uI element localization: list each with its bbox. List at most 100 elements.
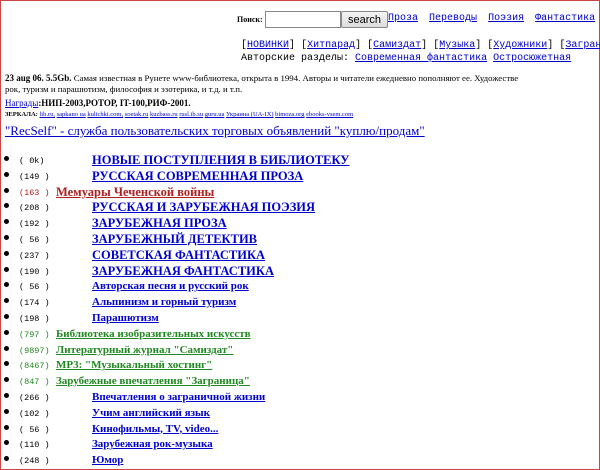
catalog-link[interactable]: НОВЫЕ ПОСТУПЛЕНИЯ В БИБЛИОТЕКУ [92,153,349,168]
list-item: (102 ) Учим английский язык [4,406,600,422]
list-item: ( 0k) НОВЫЕ ПОСТУПЛЕНИЯ В БИБЛИОТЕКУ [4,153,600,169]
catalog-link[interactable]: Альпинизм и горный туризм [92,296,236,308]
item-count: ( 56 ) [19,424,50,435]
bullet-icon [4,440,9,446]
bullet-icon [4,203,9,209]
intro-description: Самая известная в Рунете www-библиотека,… [73,73,519,83]
catalog-link[interactable]: Парашютизм [92,312,159,324]
author-link-thriller[interactable]: Остросюжетная [493,53,571,64]
bullet-icon [4,282,9,288]
search-button[interactable]: search [341,11,389,28]
catalog-link[interactable]: ЗАРУБЕЖНАЯ ПРОЗА [92,216,227,231]
catalog-link[interactable]: ЗАРУБЕЖНАЯ ФАНТАСТИКА [92,264,274,279]
mirrors: ЗЕРКАЛА: lib.ru, sapkano ua kulichki.com… [5,111,353,118]
list-item: (198 ) Парашютизм [4,311,600,327]
mirror-link[interactable]: rusl.ib.su [179,111,203,118]
item-count: (102 ) [19,408,50,419]
top-link-fantasy[interactable]: Фантастика [535,13,595,24]
top-link-poetry[interactable]: Поэзия [488,13,524,24]
intro-text: 23 aug 06. 5.5Gb. Самая известная в Руне… [5,73,600,95]
bullet-icon [4,456,9,462]
search-input[interactable] [265,11,341,28]
list-item: ( 56 ) ЗАРУБЕЖНЫЙ ДЕТЕКТИВ [4,232,600,248]
list-item: ( 56 ) Кинофильмы, TV, video... [4,422,600,438]
item-count: (192 ) [19,219,50,230]
item-count: (9897) [19,345,50,356]
awards-list: :НИП-2003,РОТОР, IT-100,РИФ-2001. [38,98,191,108]
catalog-link[interactable]: Литературный журнал "Самиздат" [56,344,233,356]
menu-item-hitparade[interactable]: Хитпарад [307,40,355,51]
bullet-icon [4,408,9,414]
bullet-icon [4,298,9,304]
recself-link[interactable]: "RecSelf" - служба пользовательских торг… [5,123,425,138]
catalog-link[interactable]: MP3: "Музыкальный хостинг" [56,359,212,371]
list-item: (110 ) Зарубежная рок-музыка [4,437,600,453]
catalog-link[interactable]: СОВЕТСКАЯ ФАНТАСТИКА [92,248,265,263]
catalog-link[interactable]: ЗАРУБЕЖНЫЙ ДЕТЕКТИВ [92,232,257,247]
bullet-icon [4,156,9,161]
bullet-icon [4,361,9,367]
bullet-icon [4,250,9,256]
item-count: (248 ) [19,456,50,467]
list-item: (237 ) СОВЕТСКАЯ ФАНТАСТИКА [4,248,600,264]
list-item: (248 ) Юмор [4,453,600,469]
catalog-link[interactable]: Библиотека изобразительных искусств [56,328,251,340]
top-link-prose[interactable]: Проза [388,13,418,24]
authors-menu: Авторские разделы: Современная фантастик… [241,53,571,64]
mirrors-label: ЗЕРКАЛА: [5,111,38,118]
main-menu: [НОВИНКИ] [Хитпарад] [Самиздат] [Музыка]… [241,40,600,51]
list-item: (190 ) ЗАРУБЕЖНАЯ ФАНТАСТИКА [4,264,600,280]
catalog-link[interactable]: Зарубежная рок-музыка [92,438,213,450]
item-count: ( 56 ) [19,282,50,293]
catalog-link[interactable]: Зарубежные впечатления "Заграница" [56,375,250,387]
author-link-modern-fantasy[interactable]: Современная фантастика [355,53,487,64]
mirror-link[interactable]: Украина (UA-IX) [226,111,274,118]
mirror-link[interactable]: soetak.ru [125,111,149,118]
catalog-link[interactable]: Кинофильмы, TV, video... [92,423,218,435]
item-count: (163 ) [19,187,50,198]
menu-item-news[interactable]: НОВИНКИ [247,40,289,51]
awards-link[interactable]: Награды [5,98,38,108]
catalog-link[interactable]: Мемуары Чеченской войны [56,185,214,200]
bullet-icon [4,392,9,398]
mirror-link[interactable]: sapkano ua [57,111,86,118]
top-nav: Проза Переводы Поэзия Фантастика [388,13,600,24]
mirror-link[interactable]: ebooks-vsem.com [306,111,353,118]
list-item: (208 ) РУССКАЯ И ЗАРУБЕЖНАЯ ПОЭЗИЯ [4,200,600,216]
menu-item-artists[interactable]: Художники [493,40,547,51]
awards: Награды:НИП-2003,РОТОР, IT-100,РИФ-2001. [5,98,191,108]
bullet-icon [4,187,9,193]
catalog-link[interactable]: Авторская песня и русский рок [92,280,249,292]
bullet-icon [4,234,9,240]
menu-item-music[interactable]: Музыка [439,40,475,51]
catalog-link[interactable]: РУССКАЯ СОВРЕМЕННАЯ ПРОЗА [92,169,303,184]
mirror-link[interactable]: lib.ru, [39,111,55,118]
catalog-link[interactable]: Юмор [92,454,123,466]
search-label: Поиск: [237,15,263,24]
bullet-icon [4,313,9,319]
item-count: (190 ) [19,266,50,277]
catalog-link[interactable]: РУССКАЯ И ЗАРУБЕЖНАЯ ПОЭЗИЯ [92,200,315,215]
bullet-icon [4,329,9,335]
list-item: ( 56 ) Авторская песня и русский рок [4,279,600,295]
menu-item-samizdat[interactable]: Самиздат [373,40,421,51]
top-link-translations[interactable]: Переводы [429,13,477,24]
bullet-icon [4,266,9,272]
item-count: ( 0k) [19,156,45,166]
item-count: (237 ) [19,250,50,261]
mirror-link[interactable]: guru.ua [205,111,225,118]
intro-date: 23 aug 06. 5.5Gb. [5,73,72,83]
list-item: (192 ) ЗАРУБЕЖНАЯ ПРОЗА [4,216,600,232]
catalog-link[interactable]: Учим английский язык [92,407,210,419]
catalog-link[interactable]: Впечатления о заграничной жизни [92,391,265,403]
bullet-icon [4,219,9,225]
bullet-icon [4,345,9,351]
bullet-icon [4,377,9,383]
menu-item-abroad[interactable]: Заграни [565,40,600,51]
item-count: (8467) [19,361,50,372]
mirror-link[interactable]: kuzbass.ru [150,111,178,118]
item-count: (110 ) [19,440,50,451]
mirror-link[interactable]: kulichki.com, [87,111,123,118]
mirror-link[interactable]: bimoza.org [275,111,304,118]
recself-banner: "RecSelf" - служба пользовательских торг… [5,123,425,139]
